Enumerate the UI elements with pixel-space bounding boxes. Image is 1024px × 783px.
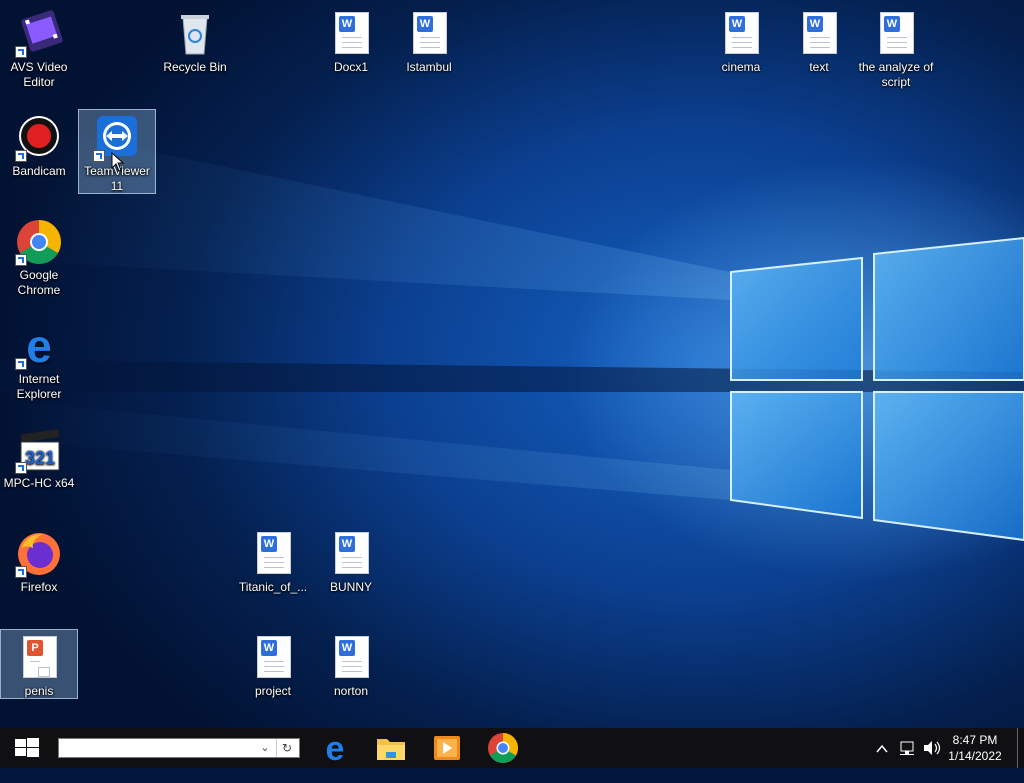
chevron-down-icon[interactable]: ⌄ (255, 739, 275, 757)
powerpoint-document-icon: P (15, 634, 63, 682)
shortcut-arrow-icon (15, 150, 27, 162)
start-button[interactable] (0, 728, 54, 768)
mpc-hc-icon: 321 (15, 426, 63, 474)
icon-label: Titanic_of_... (238, 580, 308, 594)
icon-label: Istambul (406, 60, 452, 74)
edge-icon: e (326, 730, 345, 768)
desktop-icon-text[interactable]: W text (780, 6, 858, 75)
speaker-volume-icon (924, 741, 941, 755)
tray-show-hidden-icons[interactable] (872, 728, 892, 768)
desktop-icon-avs-video-editor[interactable]: AVS Video Editor (0, 6, 78, 90)
firefox-icon (15, 530, 63, 578)
taskbar: ⌄ ↻ e 8:47 PM 1/14/2022 (0, 728, 1024, 768)
tray-volume[interactable] (920, 728, 944, 768)
desktop-icon-internet-explorer[interactable]: e Internet Explorer (0, 318, 78, 402)
clock-time: 8:47 PM (952, 733, 998, 747)
svg-text:e: e (326, 730, 345, 768)
word-document-icon: W (872, 10, 920, 58)
avs-video-editor-icon (15, 10, 63, 58)
word-document-icon: W (249, 634, 297, 682)
desktop-icon-the-analyze-of-script[interactable]: W the analyze of script (852, 6, 940, 90)
icon-label: Recycle Bin (163, 60, 227, 74)
media-player-icon (434, 736, 460, 760)
taskbar-media-player[interactable] (424, 728, 470, 768)
refresh-icon[interactable]: ↻ (276, 739, 297, 757)
word-document-icon: W (327, 530, 375, 578)
word-document-icon: W (405, 10, 453, 58)
internet-explorer-icon: e (15, 320, 63, 372)
svg-text:321: 321 (25, 448, 55, 468)
network-icon (900, 741, 914, 755)
windows-logo-icon (15, 738, 39, 757)
icon-label: Internet Explorer (16, 372, 62, 401)
icon-label: the analyze of script (858, 60, 934, 89)
icon-label: Firefox (20, 580, 58, 594)
recycle-bin-icon (171, 10, 219, 58)
desktop-icon-bunny[interactable]: W BUNNY (312, 526, 390, 595)
shortcut-arrow-icon (15, 462, 27, 474)
desktop-icon-docx1[interactable]: W Docx1 (312, 6, 390, 75)
tray-network[interactable] (896, 728, 920, 768)
word-document-icon: W (327, 634, 375, 682)
chrome-icon (15, 218, 63, 266)
taskbar-edge[interactable]: e (312, 728, 358, 768)
clock-date: 1/14/2022 (948, 749, 1002, 763)
svg-text:e: e (26, 322, 52, 370)
icon-label: MPC-HC x64 (3, 476, 75, 490)
icon-label: norton (333, 684, 369, 698)
desktop[interactable]: AVS Video Editor Recycle Bin W Docx1 W I… (0, 0, 1024, 728)
icon-label: Bandicam (12, 164, 66, 178)
icon-label: text (809, 60, 829, 74)
desktop-icon-bandicam[interactable]: Bandicam (0, 110, 78, 179)
icon-label: AVS Video Editor (10, 60, 68, 89)
word-document-icon: W (249, 530, 297, 578)
icon-label: penis (24, 684, 54, 698)
taskbar-chrome[interactable] (480, 728, 526, 768)
chevron-up-icon (876, 744, 888, 753)
desktop-icon-mpc-hc[interactable]: 321 MPC-HC x64 (0, 422, 78, 491)
taskbar-clock[interactable]: 8:47 PM 1/14/2022 (942, 732, 1008, 764)
desktop-icon-istambul[interactable]: W Istambul (390, 6, 468, 75)
word-document-icon: W (717, 10, 765, 58)
file-explorer-icon (377, 739, 405, 760)
icon-label: project (254, 684, 292, 698)
shortcut-arrow-icon (15, 254, 27, 266)
taskbar-file-explorer[interactable] (368, 728, 414, 768)
address-search-input[interactable]: ⌄ ↻ (58, 738, 300, 758)
bandicam-icon (15, 114, 63, 162)
chrome-icon (488, 733, 519, 764)
word-document-icon: W (795, 10, 843, 58)
desktop-icon-recycle-bin[interactable]: Recycle Bin (156, 6, 234, 75)
icon-label: BUNNY (329, 580, 372, 594)
desktop-icon-google-chrome[interactable]: Google Chrome (0, 214, 78, 298)
desktop-icon-project[interactable]: W project (234, 630, 312, 699)
show-desktop-button[interactable] (1017, 728, 1024, 768)
desktop-icon-titanic[interactable]: W Titanic_of_... (234, 526, 312, 595)
desktop-icon-cinema[interactable]: W cinema (702, 6, 780, 75)
shortcut-arrow-icon (15, 46, 27, 58)
shortcut-arrow-icon (93, 150, 105, 162)
mouse-cursor-icon (111, 152, 125, 172)
desktop-icon-penis[interactable]: P penis (0, 629, 78, 699)
icon-label: Docx1 (333, 60, 368, 74)
desktop-icon-firefox[interactable]: Firefox (0, 526, 78, 595)
shortcut-arrow-icon (15, 358, 27, 370)
icon-label: Google Chrome (17, 268, 61, 297)
icon-label: cinema (721, 60, 761, 74)
desktop-icon-norton[interactable]: W norton (312, 630, 390, 699)
shortcut-arrow-icon (15, 566, 27, 578)
word-document-icon: W (327, 10, 375, 58)
